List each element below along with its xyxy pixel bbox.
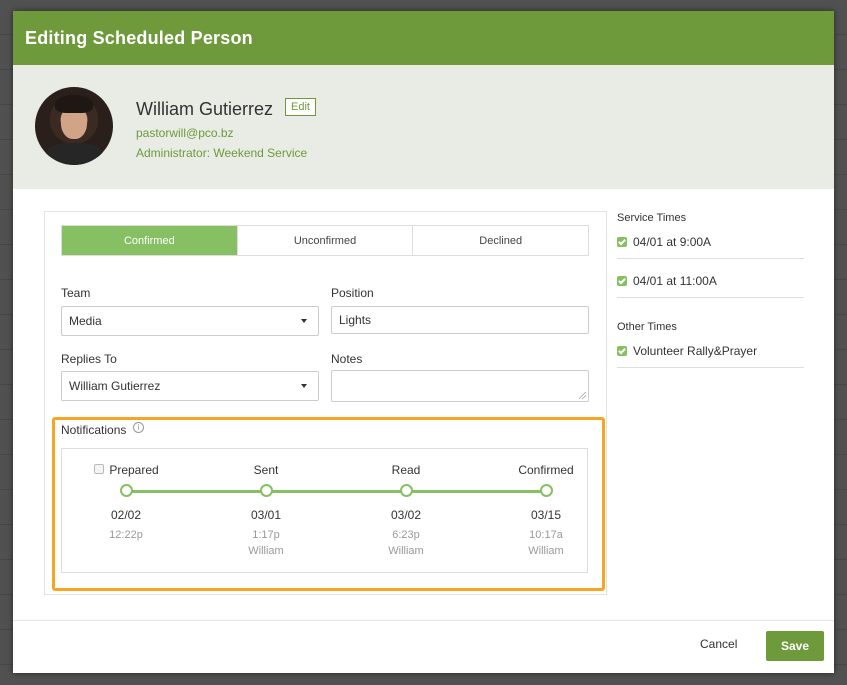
sidebar-divider — [617, 297, 804, 298]
replies-to-select-value: William Gutierrez — [69, 379, 161, 393]
team-select-value: Media — [69, 314, 102, 328]
person-name: William Gutierrez — [136, 99, 274, 119]
service-time-label: 04/01 at 9:00A — [633, 235, 712, 249]
edit-person-button[interactable]: Edit — [285, 98, 316, 116]
stage-date-confirmed: 03/15 — [530, 508, 562, 522]
notes-label: Notes — [331, 352, 363, 366]
stage-title-prepared: Prepared — [109, 463, 159, 477]
stage-time-sent: 1:17p — [252, 529, 280, 541]
stage-dot-read — [400, 484, 413, 497]
tab-unconfirmed[interactable]: Unconfirmed — [236, 226, 413, 255]
service-time-label: 04/01 at 11:00A — [633, 274, 717, 288]
stage-date-read: 03/02 — [390, 508, 422, 522]
stage-time-confirmed: 10:17a — [529, 529, 563, 541]
stage-title-read: Read — [391, 463, 421, 477]
team-label: Team — [61, 286, 91, 300]
tab-declined[interactable]: Declined — [412, 226, 588, 255]
stage-dot-confirmed — [540, 484, 553, 497]
resize-handle-icon[interactable] — [579, 392, 586, 399]
replies-to-label: Replies To — [61, 352, 117, 366]
replies-to-select[interactable]: William Gutierrez — [61, 371, 319, 401]
stage-time-read: 6:23p — [392, 529, 420, 541]
timeline-track — [125, 490, 545, 493]
status-tabs: Confirmed Unconfirmed Declined — [61, 225, 589, 256]
stage-who-read: William — [388, 545, 424, 557]
tab-confirmed[interactable]: Confirmed — [62, 226, 237, 255]
checkbox-checked-icon[interactable] — [617, 276, 627, 286]
checkbox-checked-icon[interactable] — [617, 346, 627, 356]
person-email[interactable]: pastorwill@pco.bz — [136, 126, 234, 140]
cancel-button[interactable]: Cancel — [700, 637, 737, 651]
person-role[interactable]: Administrator: Weekend Service — [136, 146, 307, 160]
avatar — [35, 87, 113, 165]
other-time-item[interactable]: Volunteer Rally&Prayer — [617, 344, 757, 358]
stage-title-sent: Sent — [253, 463, 279, 477]
service-times-title: Service Times — [617, 212, 687, 224]
position-input[interactable]: Lights — [331, 306, 589, 334]
person-banner: William Gutierrez Edit pastorwill@pco.bz… — [13, 65, 834, 189]
modal-title: Editing Scheduled Person — [25, 27, 253, 48]
service-time-item[interactable]: 04/01 at 11:00A — [617, 274, 717, 288]
info-icon[interactable]: i — [133, 422, 144, 433]
stage-date-sent: 03/01 — [250, 508, 282, 522]
stage-title-confirmed: Confirmed — [518, 463, 574, 477]
service-time-item[interactable]: 04/01 at 9:00A — [617, 235, 711, 249]
position-label: Position — [331, 286, 374, 300]
checkbox-checked-icon[interactable] — [617, 237, 627, 247]
footer-divider — [13, 620, 834, 621]
save-button[interactable]: Save — [766, 631, 824, 661]
team-select[interactable]: Media — [61, 306, 319, 336]
notes-textarea[interactable] — [331, 370, 589, 402]
stage-date-prepared: 02/02 — [110, 508, 142, 522]
other-times-title: Other Times — [617, 321, 677, 333]
chevron-down-icon — [301, 319, 307, 323]
position-input-value: Lights — [339, 313, 372, 327]
sidebar-divider — [617, 258, 804, 259]
modal-header: Editing Scheduled Person — [13, 11, 834, 65]
stage-time-prepared: 12:22p — [109, 529, 143, 541]
stage-dot-prepared — [120, 484, 133, 497]
other-time-label: Volunteer Rally&Prayer — [633, 344, 758, 358]
stage-who-sent: William — [248, 545, 284, 557]
stage-who-confirmed: William — [528, 545, 564, 557]
stage-dot-sent — [260, 484, 273, 497]
sidebar-divider — [617, 367, 804, 368]
notifications-label: Notifications — [61, 423, 127, 437]
chevron-down-icon — [301, 384, 307, 388]
